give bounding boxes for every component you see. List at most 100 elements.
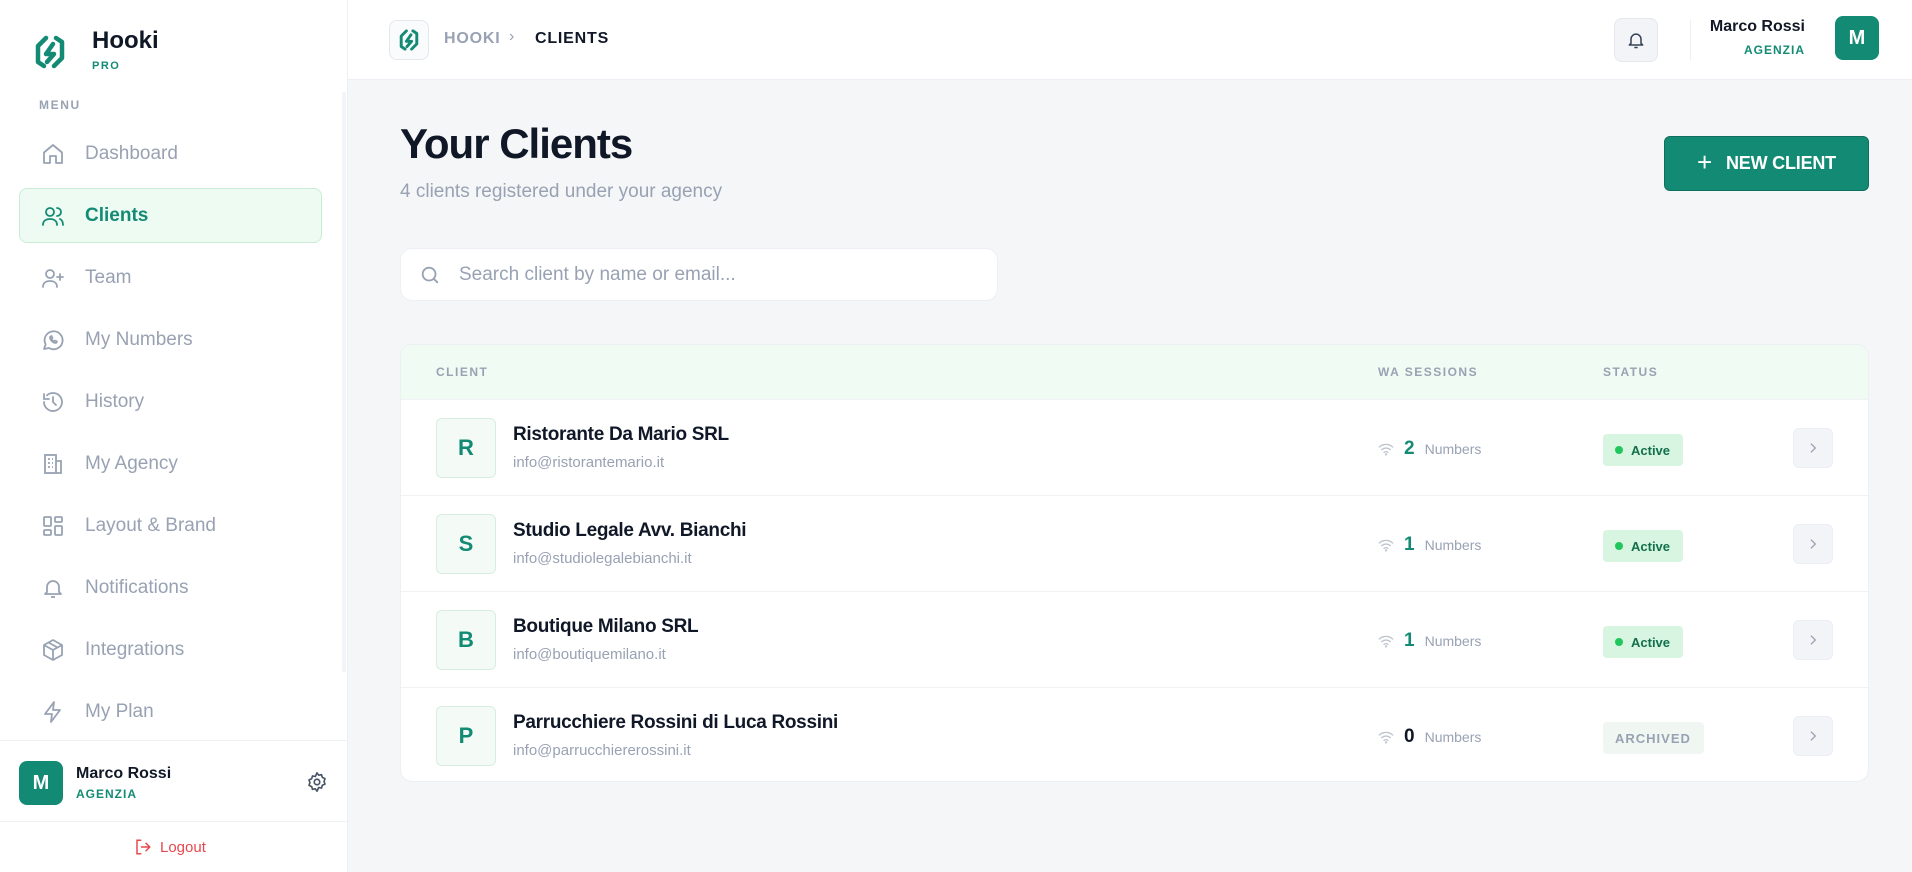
table-row[interactable]: P Parrucchiere Rossini di Luca Rossini i… xyxy=(401,687,1868,781)
sidebar-item-label: Dashboard xyxy=(85,142,178,164)
sidebar-item-label: My Numbers xyxy=(85,328,193,350)
status-badge: Active xyxy=(1603,530,1684,562)
sidebar-item-label: Integrations xyxy=(85,638,185,660)
open-client-button[interactable] xyxy=(1793,620,1833,660)
session-count: 1 xyxy=(1404,630,1415,651)
client-email: info@ristorantemario.it xyxy=(513,454,665,471)
gear-icon[interactable] xyxy=(306,771,328,793)
lightning-icon xyxy=(40,699,66,725)
sidebar: Hooki PRO MENU Dashboard Clients Team My… xyxy=(0,0,348,872)
new-client-label: NEW CLIENT xyxy=(1725,153,1836,173)
status-text: ARCHIVED xyxy=(1615,730,1691,746)
sidebar-item-label: Notifications xyxy=(85,576,189,598)
logout-label: Logout xyxy=(160,838,206,856)
status-badge: Active xyxy=(1603,626,1684,658)
hooki-logo-icon xyxy=(399,29,419,51)
client-name: Studio Legale Avv. Bianchi xyxy=(513,520,747,541)
topbar: HOOKI › CLIENTS Marco Rossi AGENZIA M xyxy=(348,0,1912,80)
status-text: Active xyxy=(1631,538,1671,554)
sidebar-item-my-plan[interactable]: My Plan xyxy=(19,684,322,739)
open-client-button[interactable] xyxy=(1793,524,1833,564)
sidebar-item-label: History xyxy=(85,390,145,412)
search-box xyxy=(400,248,998,301)
new-client-button[interactable]: + NEW CLIENT xyxy=(1664,136,1869,191)
menu-label: MENU xyxy=(39,98,81,112)
sidebar-item-notifications[interactable]: Notifications xyxy=(19,560,322,615)
topbar-divider xyxy=(1690,20,1691,60)
status-badge: ARCHIVED xyxy=(1603,722,1704,754)
sidebar-item-history[interactable]: History xyxy=(19,374,322,429)
table-header: CLIENT WA SESSIONS STATUS xyxy=(401,345,1868,399)
table-row[interactable]: S Studio Legale Avv. Bianchi info@studio… xyxy=(401,495,1868,591)
sidebar-item-label: My Agency xyxy=(85,452,178,474)
brand[interactable]: Hooki PRO xyxy=(32,26,159,72)
sidebar-item-layout-brand[interactable]: Layout & Brand xyxy=(19,498,322,553)
session-count: 1 xyxy=(1404,534,1415,555)
status-text: Active xyxy=(1631,634,1671,650)
sidebar-item-label: My Plan xyxy=(85,700,154,722)
open-client-button[interactable] xyxy=(1793,428,1833,468)
user-plus-icon xyxy=(40,265,66,291)
open-client-button[interactable] xyxy=(1793,716,1833,756)
sidebar-item-label: Team xyxy=(85,266,132,288)
sidebar-scrollbar[interactable] xyxy=(342,92,346,672)
column-header-wa-sessions: WA SESSIONS xyxy=(1378,365,1479,379)
table-row[interactable]: B Boutique Milano SRL info@boutiquemilan… xyxy=(401,591,1868,687)
wifi-icon xyxy=(1378,443,1394,456)
client-initial: R xyxy=(436,418,496,478)
avatar[interactable]: M xyxy=(1835,16,1879,60)
table-row[interactable]: R Ristorante Da Mario SRL info@ristorant… xyxy=(401,399,1868,495)
logout-button[interactable]: Logout xyxy=(134,838,206,856)
client-initial: S xyxy=(436,514,496,574)
user-role: AGENZIA xyxy=(76,787,137,801)
search-input[interactable] xyxy=(459,249,979,300)
bell-icon xyxy=(1628,33,1644,49)
user-name: Marco Rossi xyxy=(76,765,172,782)
logout-icon xyxy=(136,839,151,855)
clients-table: CLIENT WA SESSIONS STATUS R Ristorante D… xyxy=(400,344,1869,782)
sidebar-item-team[interactable]: Team xyxy=(19,250,322,305)
users-icon xyxy=(40,203,66,229)
hooki-logo-icon xyxy=(35,35,65,69)
notifications-button[interactable] xyxy=(1614,18,1658,62)
sidebar-item-integrations[interactable]: Integrations xyxy=(19,622,322,677)
home-icon xyxy=(40,141,66,167)
session-label: Numbers xyxy=(1424,729,1482,745)
sidebar-item-my-agency[interactable]: My Agency xyxy=(19,436,322,491)
session-count: 0 xyxy=(1404,726,1415,747)
topbar-user-role: AGENZIA xyxy=(1744,43,1805,57)
sidebar-nav: Dashboard Clients Team My Numbers Histor… xyxy=(19,126,322,746)
status-text: Active xyxy=(1631,442,1671,458)
chevron-right-icon xyxy=(1810,539,1817,549)
bell-icon xyxy=(40,575,66,601)
sidebar-item-clients[interactable]: Clients xyxy=(19,188,322,243)
brand-tier: PRO xyxy=(92,60,121,72)
brand-name: Hooki xyxy=(92,27,159,54)
chevron-right-icon: › xyxy=(509,28,516,45)
history-icon xyxy=(40,389,66,415)
sidebar-item-dashboard[interactable]: Dashboard xyxy=(19,126,322,181)
session-label: Numbers xyxy=(1424,441,1482,457)
client-name: Ristorante Da Mario SRL xyxy=(513,424,729,445)
status-dot xyxy=(1615,638,1623,646)
search-icon xyxy=(421,266,439,284)
client-initial: P xyxy=(436,706,496,766)
whatsapp-icon xyxy=(40,327,66,353)
status-dot xyxy=(1615,542,1623,550)
topbar-user-name: Marco Rossi xyxy=(1709,18,1805,35)
client-email: info@boutiquemilano.it xyxy=(513,646,666,663)
chevron-right-icon xyxy=(1810,443,1817,453)
sidebar-item-my-numbers[interactable]: My Numbers xyxy=(19,312,322,367)
page-title: Your Clients xyxy=(400,120,633,167)
column-header-client: CLIENT xyxy=(436,365,489,379)
package-icon xyxy=(40,637,66,663)
layout-icon xyxy=(40,513,66,539)
breadcrumb-home[interactable]: HOOKI xyxy=(444,30,500,48)
client-email: info@parrucchiererossini.it xyxy=(513,742,691,759)
column-header-status: STATUS xyxy=(1603,365,1659,379)
client-initial: B xyxy=(436,610,496,670)
topbar-logo[interactable] xyxy=(389,20,429,60)
session-label: Numbers xyxy=(1424,633,1482,649)
breadcrumb-current: CLIENTS xyxy=(535,30,610,47)
avatar[interactable]: M xyxy=(19,761,63,805)
